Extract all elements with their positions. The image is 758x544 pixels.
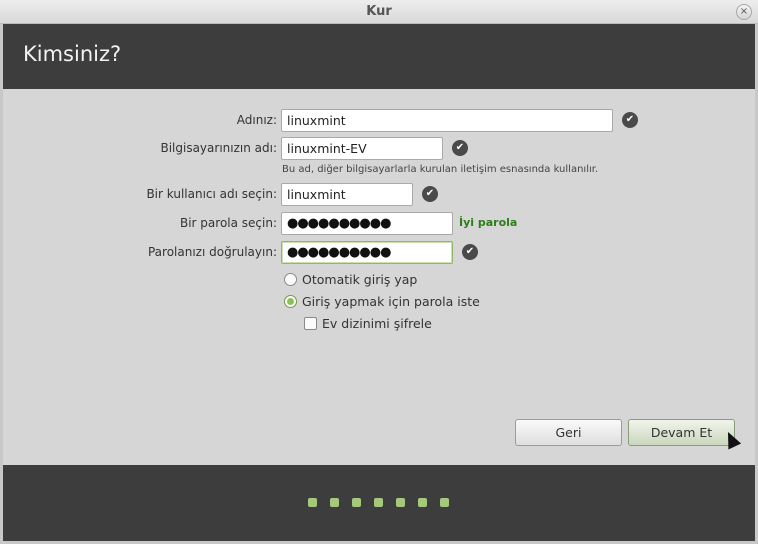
username-label: Bir kullanıcı adı seçin: [146,187,277,201]
page-header: Kimsiniz? [3,24,755,89]
confirm-password-label: Parolanızı doğrulayın: [147,245,277,259]
password-strength: İyi parola [459,216,518,229]
name-label: Adınız: [236,113,277,127]
close-icon[interactable]: × [736,4,752,20]
password-field[interactable]: ●●●●●●●●●● [281,212,453,235]
progress-step [440,498,449,507]
progress-step [330,498,339,507]
computer-name-field[interactable]: linuxmint-EV [281,137,443,160]
progress-steps [308,498,449,507]
progress-step [396,498,405,507]
auto-login-radio[interactable] [284,273,297,286]
continue-button[interactable]: Devam Et [628,419,735,446]
window-titlebar: Kur × [0,0,758,24]
progress-step [374,498,383,507]
checkmark-icon: ✔ [422,186,438,202]
progress-step [308,498,317,507]
checkmark-icon: ✔ [452,140,468,156]
encrypt-home-checkbox[interactable] [304,317,317,330]
password-label: Bir parola seçin: [179,216,277,230]
encrypt-home-label[interactable]: Ev dizinimi şifrele [322,316,432,331]
require-password-label[interactable]: Giriş yapmak için parola iste [302,294,480,309]
computer-name-hint: Bu ad, diğer bilgisayarlarla kurulan ile… [282,164,599,175]
progress-step [418,498,427,507]
checkmark-icon: ✔ [622,112,638,128]
require-password-radio[interactable] [284,295,297,308]
username-field[interactable]: linuxmint [281,183,413,206]
checkmark-icon: ✔ [462,244,478,260]
window-title: Kur [366,4,392,19]
back-button[interactable]: Geri [515,419,622,446]
auto-login-label[interactable]: Otomatik giriş yap [302,272,417,287]
progress-step [352,498,361,507]
computer-name-label: Bilgisayarınızın adı: [160,141,277,155]
name-field[interactable]: linuxmint [281,109,613,132]
confirm-password-field[interactable]: ●●●●●●●●●● [281,241,453,264]
progress-footer [3,465,755,541]
user-form: Adınız: linuxmint ✔ Bilgisayarınızın adı… [3,89,755,465]
page-title: Kimsiniz? [23,42,122,66]
